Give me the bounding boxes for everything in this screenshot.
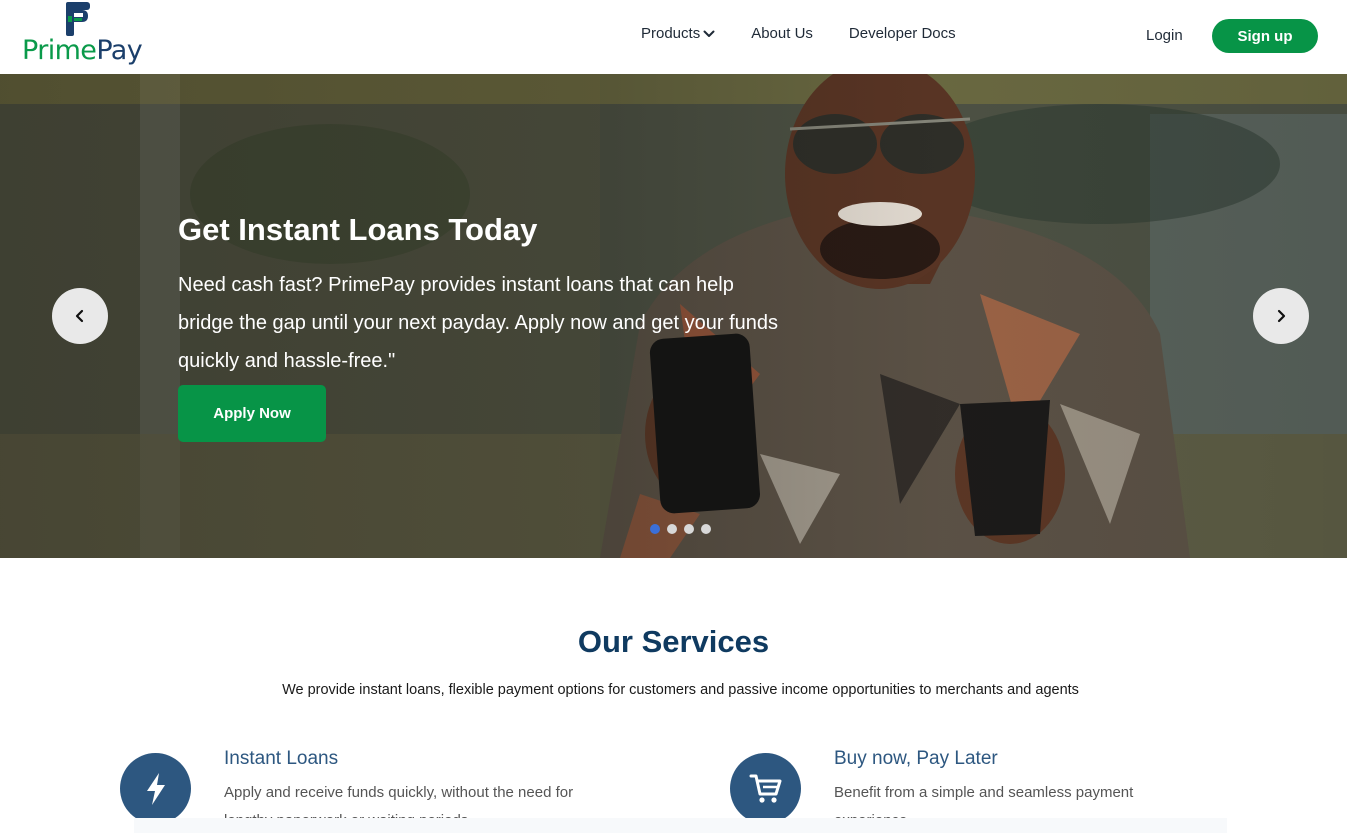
- logo-text-pay: Pay: [96, 35, 143, 66]
- hero-carousel: Get Instant Loans Today Need cash fast? …: [0, 74, 1347, 558]
- carousel-next-button[interactable]: [1253, 288, 1309, 344]
- nav-products[interactable]: Products: [641, 25, 715, 42]
- hero-description: Need cash fast? PrimePay provides instan…: [178, 274, 779, 372]
- chevron-right-icon: [1277, 309, 1286, 323]
- logo-wordmark: PrimePay: [22, 35, 143, 66]
- cart-icon: [749, 774, 781, 803]
- carousel-dot-2[interactable]: [667, 524, 677, 534]
- carousel-dot-1[interactable]: [650, 524, 660, 534]
- nav-about-us[interactable]: About Us: [751, 25, 813, 42]
- carousel-dot-4[interactable]: [701, 524, 711, 534]
- service-icon-circle: [730, 753, 801, 824]
- login-link[interactable]: Login: [1146, 27, 1183, 44]
- nav-products-label: Products: [641, 25, 701, 42]
- services-subtitle: We provide instant loans, flexible payme…: [282, 682, 1079, 698]
- carousel-indicators: [650, 524, 711, 534]
- service-icon-circle: [120, 753, 191, 824]
- main-nav: Products About Us Developer Docs: [641, 25, 956, 42]
- service-title: Instant Loans: [224, 748, 339, 769]
- chevron-left-icon: [75, 309, 84, 323]
- service-title: Buy now, Pay Later: [834, 748, 998, 769]
- scroll-fade-panel: [134, 818, 1227, 833]
- carousel-prev-button[interactable]: [52, 288, 108, 344]
- carousel-dot-3[interactable]: [684, 524, 694, 534]
- nav-developer-docs[interactable]: Developer Docs: [849, 25, 956, 42]
- signup-button[interactable]: Sign up: [1212, 19, 1318, 53]
- logo-mark-icon: [66, 2, 90, 36]
- chevron-down-icon: [703, 30, 715, 37]
- site-header: PrimePay Products About Us Developer Doc…: [0, 0, 1347, 74]
- primepay-logo[interactable]: PrimePay: [22, 2, 143, 68]
- logo-text-prime: Prime: [22, 35, 97, 66]
- hero-title: Get Instant Loans Today: [178, 212, 538, 247]
- services-title: Our Services: [577, 624, 770, 659]
- lightning-icon: [146, 772, 165, 805]
- apply-now-button[interactable]: Apply Now: [178, 385, 326, 442]
